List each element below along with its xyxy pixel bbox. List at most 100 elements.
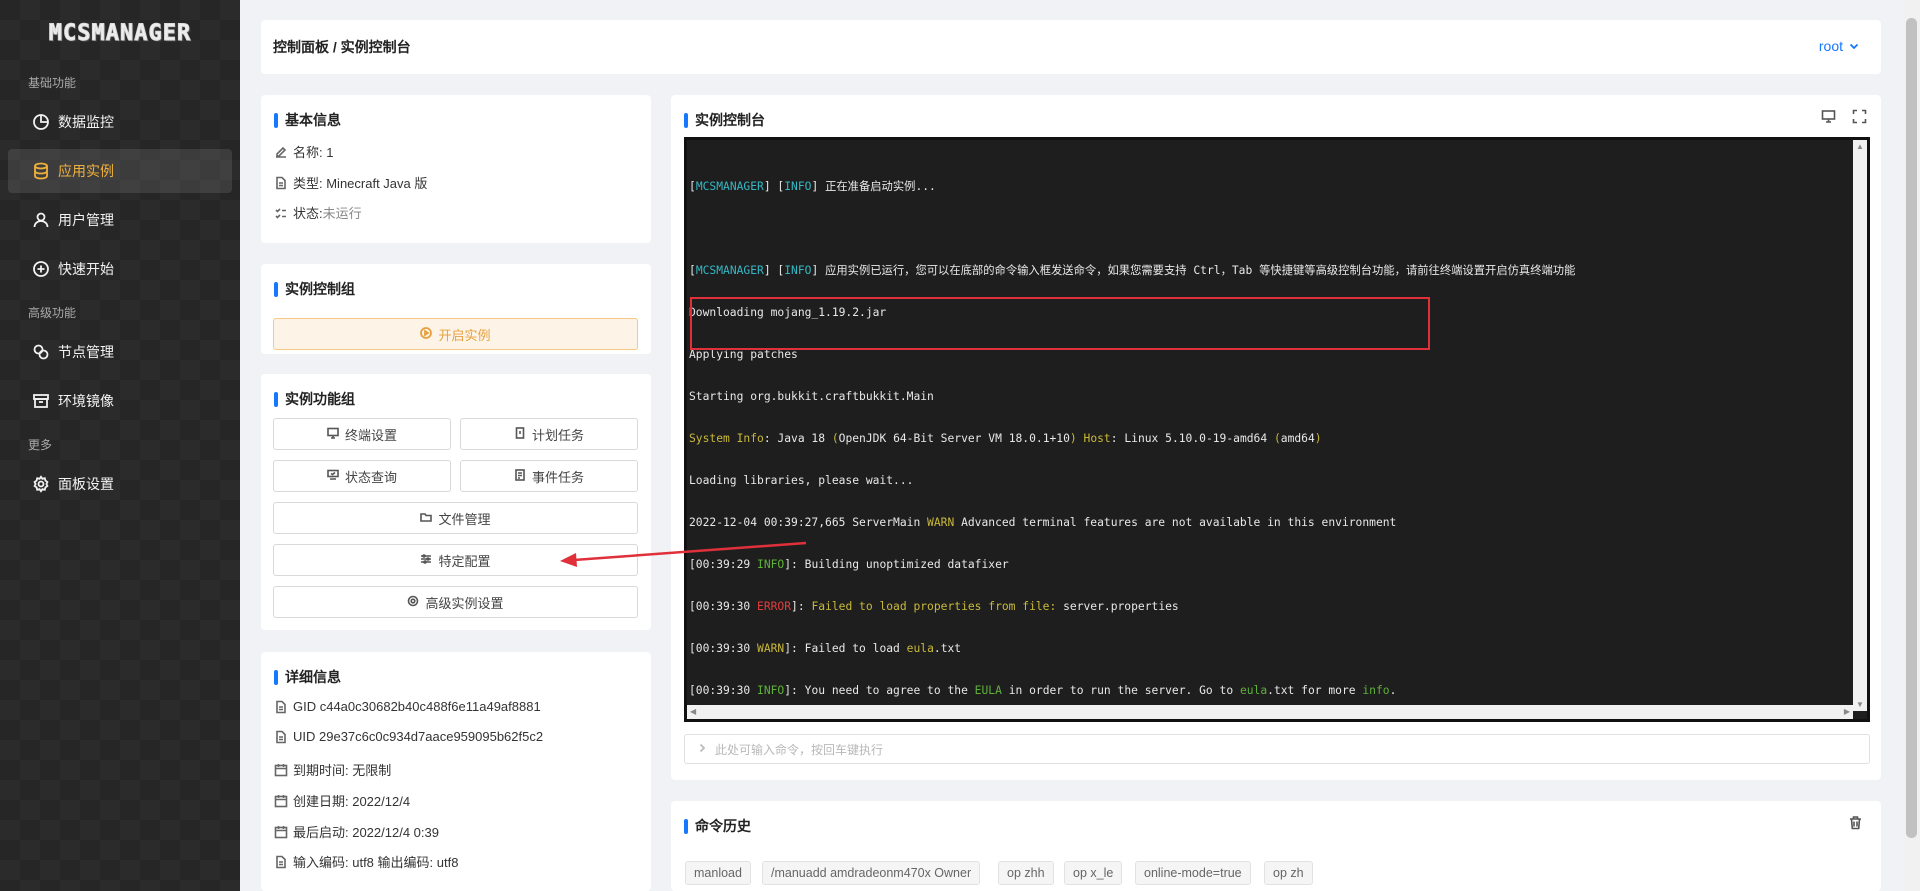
gear-icon xyxy=(32,475,50,493)
file-management-button[interactable]: 文件管理 xyxy=(273,502,638,534)
sidebar-item-images[interactable]: 环境镜像 xyxy=(8,379,232,423)
terminal-line: [00:39:30 WARN]: Failed to load eula.txt xyxy=(689,642,962,655)
file-icon xyxy=(274,176,288,190)
sidebar-item-label: 数据监控 xyxy=(58,114,114,130)
details-card: 详细信息 GID c44a0c30682b40c488f6e11a49af888… xyxy=(261,652,651,891)
gear-icon xyxy=(407,595,419,610)
created-line: 创建日期: 2022/12/4 xyxy=(274,791,410,810)
history-card: 命令历史 manload /manuadd amdradeonm470x Own… xyxy=(671,801,1881,891)
trash-icon[interactable] xyxy=(1848,815,1863,833)
history-tag[interactable]: manload xyxy=(685,861,751,885)
advanced-settings-button[interactable]: 高级实例设置 xyxy=(273,586,638,618)
image-box-icon xyxy=(32,392,50,410)
status-value: 未运行 xyxy=(322,206,362,221)
file-icon xyxy=(274,700,288,714)
scroll-right-icon[interactable]: ▶ xyxy=(1844,707,1850,716)
event-icon xyxy=(514,468,526,484)
terminal-line: System Info: Java 18 (OpenJDK 64-Bit Ser… xyxy=(689,432,1322,445)
sidebar-item-monitor[interactable]: 数据监控 xyxy=(8,100,232,144)
sidebar-item-label: 节点管理 xyxy=(58,344,114,360)
calendar-icon xyxy=(274,763,288,777)
history-tag[interactable]: op zhh xyxy=(998,861,1054,885)
terminal-line: [00:39:30 ERROR]: Failed to load propert… xyxy=(689,600,1179,613)
page-scrollbar[interactable] xyxy=(1903,0,1920,891)
terminal-text: [MCSMANAGER] [INFO] 正在准备启动实例... [MCSMANA… xyxy=(689,152,1575,726)
terminal-line: [MCSMANAGER] [INFO] 应用实例已运行，您可以在底部的命令输入框… xyxy=(689,264,1576,277)
sidebar-item-settings[interactable]: 面板设置 xyxy=(8,462,232,506)
top-header: 控制面板 / 实例控制台 root xyxy=(261,20,1881,74)
app-logo: MCSMANAGER xyxy=(48,20,192,46)
user-icon xyxy=(32,211,50,229)
sidebar-item-label: 环境镜像 xyxy=(58,393,114,409)
card-title: 实例功能组 xyxy=(274,389,355,409)
calendar-icon xyxy=(274,825,288,839)
sidebar-item-instances[interactable]: 应用实例 xyxy=(8,149,232,193)
chevron-right-icon xyxy=(697,742,707,756)
terminal-line: Loading libraries, please wait... xyxy=(689,474,914,487)
history-tag[interactable]: op x_le xyxy=(1064,861,1123,885)
command-input[interactable]: 此处可输入命令，按回车键执行 xyxy=(684,734,1870,764)
schedule-icon xyxy=(514,426,526,442)
scheduled-tasks-button[interactable]: 计划任务 xyxy=(460,418,638,450)
sidebar-item-label: 应用实例 xyxy=(58,163,114,179)
play-circle-icon xyxy=(420,326,433,342)
sidebar-item-users[interactable]: 用户管理 xyxy=(8,198,232,242)
scroll-up-icon[interactable]: ▲ xyxy=(1856,142,1864,151)
sidebar-item-label: 快速开始 xyxy=(58,261,114,277)
history-tag[interactable]: op zh xyxy=(1264,861,1313,885)
status-icon xyxy=(274,206,288,220)
fullscreen-icon[interactable] xyxy=(1852,109,1867,127)
terminal-horizontal-scrollbar[interactable]: ◀ ▶ xyxy=(687,705,1853,719)
sidebar-item-quickstart[interactable]: 快速开始 xyxy=(8,247,232,291)
terminal-output[interactable]: [MCSMANAGER] [INFO] 正在准备启动实例... [MCSMANA… xyxy=(684,137,1870,722)
card-title: 基本信息 xyxy=(274,110,341,130)
database-icon xyxy=(32,162,50,180)
gid-line: GID c44a0c30682b40c488f6e11a49af8881 xyxy=(274,699,541,714)
card-title: 命令历史 xyxy=(684,816,751,836)
specific-config-button[interactable]: 特定配置 xyxy=(273,544,638,576)
monitor-icon[interactable] xyxy=(1821,109,1836,127)
user-menu[interactable]: root xyxy=(1819,38,1859,54)
console-toolbar xyxy=(1821,109,1867,127)
instance-status: 状态: 未运行 xyxy=(274,203,362,222)
folder-icon xyxy=(420,511,433,526)
terminal-line: Starting org.bukkit.craftbukkit.Main xyxy=(689,390,934,403)
history-tag[interactable]: /manuadd amdradeonm470x Owner xyxy=(762,861,981,885)
instance-name: 名称: 1 xyxy=(274,142,333,161)
terminal-vertical-scrollbar[interactable]: ▲ ▼ xyxy=(1853,140,1867,711)
sliders-icon xyxy=(420,553,432,568)
command-input-placeholder: 此处可输入命令，按回车键执行 xyxy=(715,742,884,757)
terminal-line: [00:39:29 INFO]: Building unoptimized da… xyxy=(689,558,1009,571)
start-instance-button[interactable]: 开启实例 xyxy=(273,318,638,350)
error-highlight-box xyxy=(690,297,1430,350)
calendar-icon xyxy=(274,794,288,808)
terminal-settings-button[interactable]: 终端设置 xyxy=(273,418,451,450)
instance-type: 类型: Minecraft Java 版 xyxy=(274,173,427,192)
scroll-left-icon[interactable]: ◀ xyxy=(690,707,696,716)
function-group-card: 实例功能组 终端设置 计划任务 状态查询 事件任务 文件管理 特定配置 高级实例… xyxy=(261,374,651,630)
card-title: 实例控制组 xyxy=(274,279,355,299)
last-start-line: 最后启动: 2022/12/4 0:39 xyxy=(274,822,439,841)
breadcrumb: 控制面板 / 实例控制台 xyxy=(273,39,411,55)
chevron-down-icon xyxy=(1849,38,1859,54)
terminal-line: [MCSMANAGER] [INFO] 正在准备启动实例... xyxy=(689,180,936,193)
basic-info-card: 基本信息 名称: 1 类型: Minecraft Java 版 状态: 未运行 xyxy=(261,95,651,243)
status-query-button[interactable]: 状态查询 xyxy=(273,460,451,492)
file-icon xyxy=(274,855,288,869)
monitor-icon xyxy=(327,427,339,442)
file-icon xyxy=(274,730,288,744)
edit-icon xyxy=(274,145,288,159)
scroll-down-icon[interactable]: ▼ xyxy=(1856,700,1864,709)
page-scrollbar-thumb[interactable] xyxy=(1906,18,1917,838)
sidebar-group-basic: 基础功能 xyxy=(28,76,77,90)
sidebar-item-label: 面板设置 xyxy=(58,476,114,492)
control-group-card: 实例控制组 开启实例 xyxy=(261,264,651,354)
sidebar-item-nodes[interactable]: 节点管理 xyxy=(8,330,232,374)
event-tasks-button[interactable]: 事件任务 xyxy=(460,460,638,492)
sidebar-item-label: 用户管理 xyxy=(58,212,114,228)
uid-line: UID 29e37c6c0c934d7aace959095b62f5c2 xyxy=(274,729,543,744)
history-tag[interactable]: online-mode=true xyxy=(1135,861,1251,885)
encoding-line: 输入编码: utf8 输出编码: utf8 xyxy=(274,852,458,871)
sidebar-group-advanced: 高级功能 xyxy=(28,306,77,320)
